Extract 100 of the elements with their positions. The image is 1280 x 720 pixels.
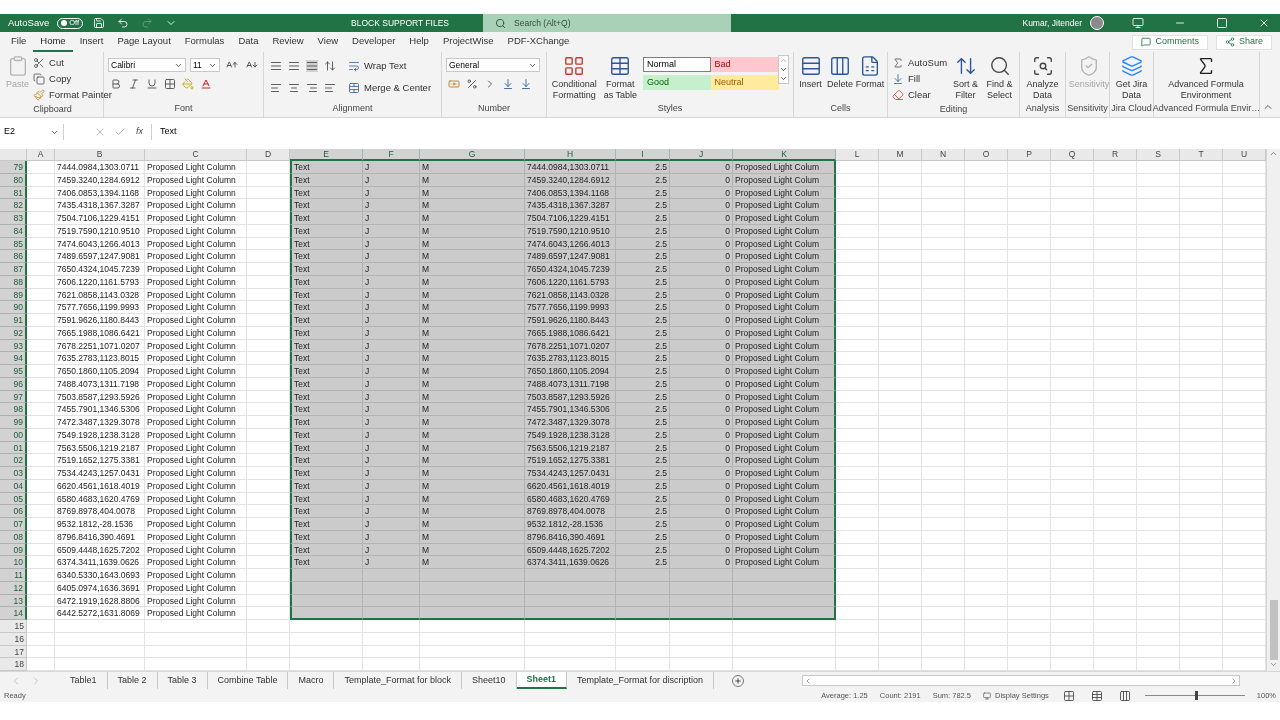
jira-data-button[interactable]: Get Jira Data <box>1114 55 1149 101</box>
row-header[interactable]: 83 <box>0 212 27 225</box>
column-header[interactable]: T <box>1180 149 1223 161</box>
row-header[interactable]: 18 <box>0 658 27 671</box>
increase-font-icon[interactable] <box>226 59 238 71</box>
menu-tab[interactable]: Help <box>402 32 436 52</box>
maximize-icon[interactable] <box>1216 17 1228 29</box>
row-header[interactable]: 86 <box>0 250 27 263</box>
column-header[interactable]: U <box>1223 149 1266 161</box>
row-header[interactable]: 14 <box>0 607 27 620</box>
scrollbar-thumb[interactable] <box>1269 600 1278 660</box>
cell-style-swatch[interactable]: Good <box>643 75 712 90</box>
share-button[interactable]: Share <box>1215 34 1272 50</box>
column-header[interactable]: O <box>965 149 1008 161</box>
conditional-formatting-button[interactable]: Conditional Formatting <box>550 55 598 101</box>
column-header[interactable]: K <box>733 149 836 161</box>
formula-field[interactable]: Text <box>151 124 1280 140</box>
row-header[interactable]: 79 <box>0 161 27 174</box>
zoom-thumb[interactable] <box>1194 691 1198 700</box>
cells-button[interactable]: Format <box>857 55 883 90</box>
comments-button[interactable]: Comments <box>1132 34 1208 50</box>
indent-icon[interactable] <box>324 82 336 94</box>
font-color-icon[interactable] <box>200 78 212 90</box>
column-header[interactable]: H <box>525 149 616 161</box>
menu-tab[interactable]: Developer <box>345 32 403 52</box>
top-align-icon[interactable] <box>270 60 282 72</box>
font-name-dropdown[interactable]: Calibri <box>108 58 186 72</box>
row-header[interactable]: 98 <box>0 403 27 416</box>
menu-tab[interactable]: View <box>310 32 346 52</box>
underline-icon[interactable] <box>146 78 158 90</box>
row-header[interactable]: 06 <box>0 505 27 518</box>
cell-style-swatch[interactable]: Neutral <box>710 75 779 90</box>
sort-filter-button[interactable]: Sort & Filter <box>951 55 981 101</box>
column-header[interactable]: Q <box>1051 149 1094 161</box>
wrap-text-button[interactable]: Wrap Text <box>348 58 407 74</box>
middle-align-icon[interactable] <box>288 60 300 72</box>
scroll-up-icon[interactable] <box>1269 149 1278 158</box>
merge-center-button[interactable]: Merge & Center <box>348 80 432 96</box>
column-header[interactable]: R <box>1094 149 1137 161</box>
copy-button[interactable]: Copy <box>33 71 112 87</box>
bold-icon[interactable] <box>110 78 122 90</box>
column-header[interactable]: D <box>247 149 290 161</box>
formula-environment-button[interactable]: Advanced Formula Environment <box>1158 55 1254 101</box>
column-header[interactable]: E <box>290 149 363 161</box>
scroll-right-icon[interactable] <box>1230 676 1238 685</box>
column-header[interactable]: N <box>922 149 965 161</box>
row-header[interactable]: 82 <box>0 199 27 212</box>
clear-button[interactable]: Clear <box>892 87 948 103</box>
row-header[interactable]: 94 <box>0 352 27 365</box>
row-header[interactable]: 90 <box>0 301 27 314</box>
menu-tab[interactable]: Insert <box>72 32 111 52</box>
close-icon[interactable] <box>1258 17 1270 29</box>
row-header[interactable]: 99 <box>0 416 27 429</box>
format-painter-button[interactable]: Format Painter <box>33 87 112 103</box>
row-header[interactable]: 87 <box>0 263 27 276</box>
font-size-dropdown[interactable]: 11 <box>190 58 220 72</box>
menu-tab[interactable]: Data <box>231 32 266 52</box>
decrease-decimal-icon[interactable] <box>520 78 532 90</box>
menu-tab[interactable]: File <box>4 32 34 52</box>
cells-button[interactable]: Delete <box>827 55 853 90</box>
column-header[interactable]: L <box>836 149 879 161</box>
sheet-tab[interactable]: Sheet1 <box>516 672 568 689</box>
column-header[interactable]: A <box>27 149 55 161</box>
cell-style-swatch[interactable]: Normal <box>643 57 712 72</box>
analyze-data-button[interactable]: Analyze Data <box>1024 55 1061 101</box>
avatar[interactable] <box>1090 16 1104 30</box>
align-right-icon[interactable] <box>306 82 318 94</box>
menu-tab[interactable]: PDF-XChange <box>500 32 577 52</box>
row-header[interactable]: 91 <box>0 314 27 327</box>
column-header[interactable]: F <box>363 149 420 161</box>
menu-tab[interactable]: Review <box>265 32 311 52</box>
name-box[interactable]: E2 <box>0 124 64 140</box>
column-header[interactable]: G <box>420 149 525 161</box>
column-header[interactable]: I <box>616 149 670 161</box>
menu-tab[interactable]: Formulas <box>177 32 232 52</box>
ribbon-display-icon[interactable] <box>1132 17 1144 29</box>
column-header[interactable]: J <box>670 149 733 161</box>
row-header[interactable]: 03 <box>0 467 27 480</box>
italic-icon[interactable] <box>128 78 140 90</box>
align-center-icon[interactable] <box>288 82 300 94</box>
find-select-button[interactable]: Find & Select <box>984 55 1015 101</box>
column-header[interactable]: B <box>55 149 145 161</box>
format-as-table-button[interactable]: Format as Table <box>601 55 640 101</box>
menu-tab[interactable]: Page Layout <box>110 32 178 52</box>
increase-decimal-icon[interactable] <box>502 78 514 90</box>
fill-button[interactable]: Fill <box>892 71 948 87</box>
insert-function-button[interactable]: fx <box>132 125 147 139</box>
horizontal-scrollbar[interactable] <box>802 675 1240 686</box>
bottom-align-icon[interactable] <box>306 60 318 72</box>
borders-icon[interactable] <box>164 78 176 90</box>
row-header[interactable]: 02 <box>0 454 27 467</box>
column-header[interactable]: S <box>1137 149 1180 161</box>
column-header[interactable]: P <box>1008 149 1051 161</box>
row-header[interactable]: 15 <box>0 620 27 633</box>
cell-style-swatch[interactable]: Bad <box>710 57 779 72</box>
autosum-button[interactable]: AutoSum <box>892 55 948 71</box>
normal-view-icon[interactable] <box>1062 689 1075 702</box>
row-header[interactable]: 10 <box>0 556 27 569</box>
column-header[interactable]: M <box>879 149 922 161</box>
column-header[interactable]: C <box>145 149 247 161</box>
